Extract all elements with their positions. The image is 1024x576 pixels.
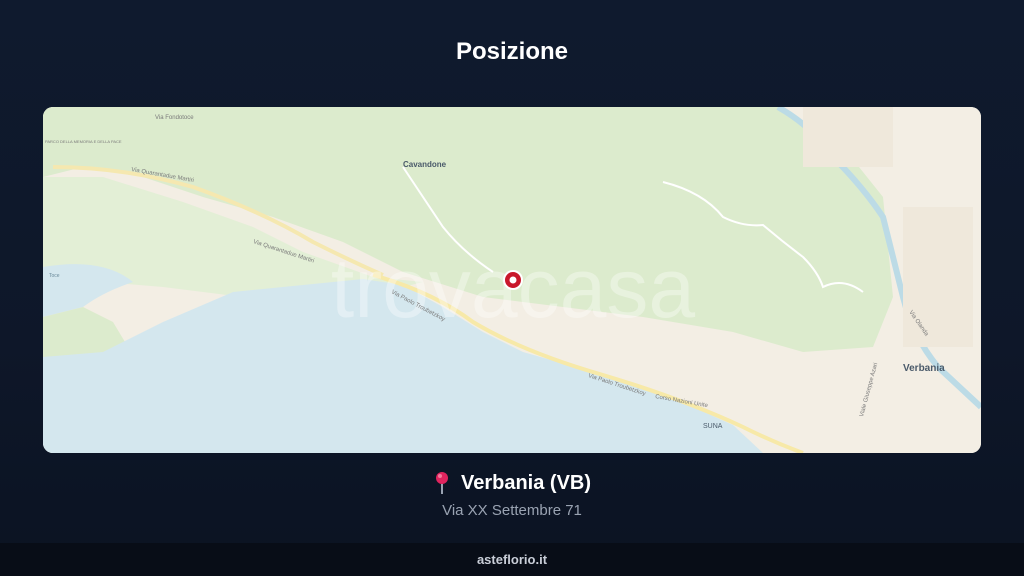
city-blocks-north (803, 107, 893, 167)
city-line: Verbania (VB) (0, 471, 1024, 495)
label-parco: PARCO DELLA MEMORIA E DELLA PACE (45, 139, 122, 144)
pushpin-icon (435, 472, 448, 494)
city-blocks (903, 207, 973, 347)
footer-site[interactable]: asteflorio.it (477, 552, 547, 567)
street-address: Via XX Settembre 71 (442, 502, 582, 519)
label-verbania: Verbania (903, 363, 945, 374)
location-caption: Verbania (VB) Via XX Settembre 71 (0, 471, 1024, 519)
label-suna: SUNA (703, 423, 723, 430)
location-marker[interactable] (503, 270, 523, 290)
page-title: Posizione (455, 38, 569, 65)
city-name: Verbania (VB) (460, 471, 592, 494)
location-map[interactable]: trovacasa Cavandone Verbania SUNA Via Fo… (43, 107, 981, 453)
footer-bar: asteflorio.it (0, 543, 1024, 576)
map-canvas[interactable]: trovacasa Cavandone Verbania SUNA Via Fo… (43, 107, 981, 453)
label-toce: Toce (49, 273, 60, 279)
label-via-fondotoce: Via Fondotoce (155, 115, 194, 121)
label-cavandone: Cavandone (403, 160, 447, 169)
